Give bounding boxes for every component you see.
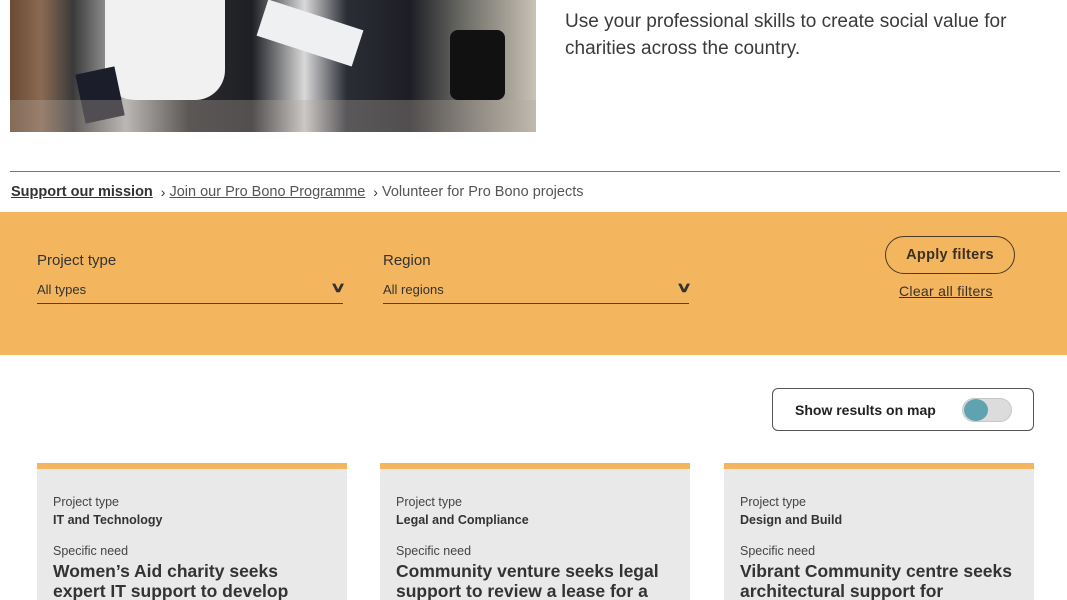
chevron-down-icon: ∨: [675, 279, 693, 295]
card-title[interactable]: Community venture seeks legal support to…: [396, 561, 674, 600]
breadcrumb-link-support[interactable]: Support our mission: [11, 184, 153, 200]
hero-photo: [10, 0, 536, 132]
chevron-right-icon: ›: [160, 184, 166, 200]
card-need-label: Specific need: [740, 544, 816, 558]
breadcrumb: Support our mission › Join our Pro Bono …: [11, 184, 583, 200]
breadcrumb-link-pro-bono[interactable]: Join our Pro Bono Programme: [169, 184, 365, 200]
card-need-label: Specific need: [396, 544, 472, 558]
card-type-value: Design and Build: [740, 513, 843, 527]
photo-bag: [450, 30, 505, 100]
project-type-label: Project type: [37, 252, 117, 269]
project-card[interactable]: Project type Design and Build Specific n…: [724, 463, 1034, 600]
project-card[interactable]: Project type Legal and Compliance Specif…: [380, 463, 690, 600]
hero-description: Use your professional skills to create s…: [565, 11, 1007, 59]
apply-filters-button[interactable]: Apply filters: [885, 236, 1015, 274]
project-type-value: All types: [37, 281, 87, 297]
project-type-select[interactable]: All types ∨: [37, 279, 347, 304]
show-map-label: Show results on map: [795, 401, 936, 418]
clear-filters-link[interactable]: Clear all filters: [899, 283, 993, 299]
section-divider: [10, 171, 1060, 172]
breadcrumb-current: Volunteer for Pro Bono projects: [381, 184, 584, 200]
card-type-label: Project type: [396, 495, 463, 509]
photo-plans-paper: [256, 0, 364, 67]
toggle-switch[interactable]: [962, 398, 1012, 422]
card-type-value: IT and Technology: [53, 513, 163, 527]
project-card[interactable]: Project type IT and Technology Specific …: [37, 463, 347, 600]
card-title[interactable]: Vibrant Community centre seeks architect…: [740, 561, 1018, 600]
region-filter: Region All regions ∨: [383, 252, 693, 304]
region-label: Region: [383, 252, 431, 269]
photo-figure-shirt: [105, 0, 225, 100]
region-select[interactable]: All regions ∨: [383, 279, 693, 304]
photo-pavement: [10, 100, 536, 132]
card-type-label: Project type: [53, 495, 120, 509]
show-map-toggle[interactable]: Show results on map: [772, 388, 1034, 431]
card-type-value: Legal and Compliance: [396, 513, 529, 527]
chevron-right-icon: ›: [373, 184, 378, 200]
region-value: All regions: [383, 281, 444, 297]
toggle-knob: [964, 399, 988, 421]
card-title[interactable]: Women’s Aid charity seeks expert IT supp…: [53, 561, 331, 600]
card-need-label: Specific need: [53, 544, 129, 558]
project-type-filter: Project type All types ∨: [37, 252, 347, 304]
card-type-label: Project type: [740, 495, 807, 509]
filter-bar: Project type All types ∨ Region All regi…: [0, 212, 1067, 355]
chevron-down-icon: ∨: [329, 279, 347, 295]
